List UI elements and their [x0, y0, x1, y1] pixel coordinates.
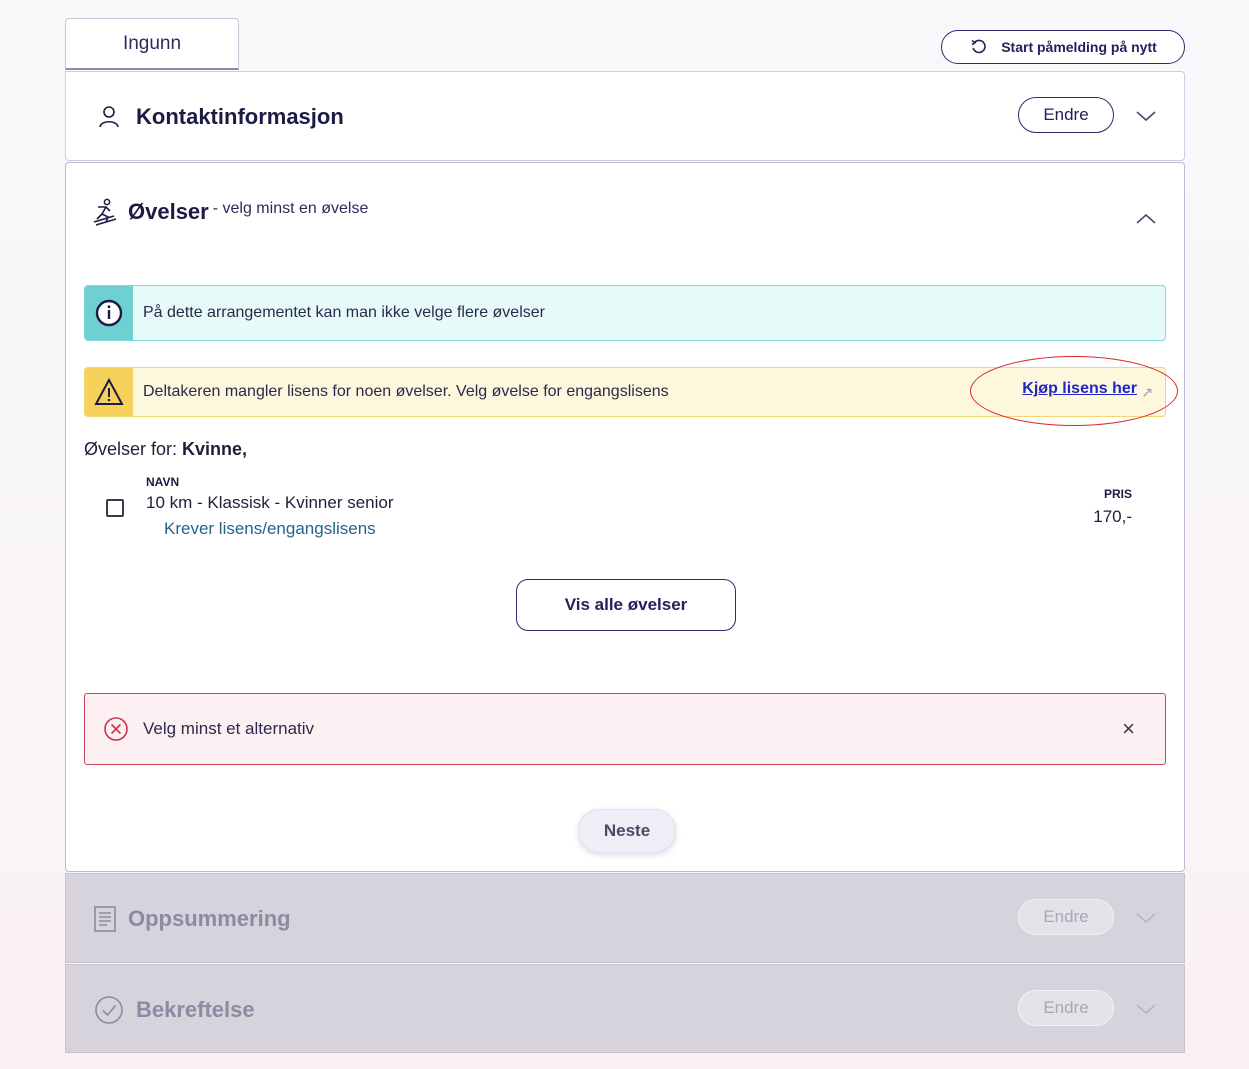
contact-section: Kontaktinformasjon Endre — [65, 71, 1185, 161]
ovelser-header[interactable]: Øvelser - velg minst en øvelse — [92, 169, 368, 255]
ovelser-for-label: Øvelser for: Kvinne, — [84, 439, 247, 460]
summary-header: Oppsummering — [92, 874, 291, 964]
show-all-events-button[interactable]: Vis alle øvelser — [516, 579, 736, 631]
info-alert-bar — [85, 286, 133, 340]
error-message: Velg minst et alternativ — [143, 719, 315, 738]
annotation-circle — [970, 356, 1178, 426]
summary-edit-button: Endre — [1018, 899, 1114, 935]
confirm-edit-button: Endre — [1018, 990, 1114, 1026]
chevron-up-icon[interactable] — [1134, 207, 1158, 231]
skier-icon — [93, 198, 117, 226]
ovelser-title: Øvelser — [128, 199, 209, 224]
event-price: 170,- — [1093, 507, 1132, 526]
participant-tab[interactable]: Ingunn — [65, 18, 239, 70]
warning-alert-bar — [85, 368, 133, 416]
summary-title: Oppsummering — [128, 906, 291, 931]
participant-tab-label: Ingunn — [122, 32, 182, 54]
chevron-down-icon — [1136, 1004, 1156, 1015]
event-requirement: Krever lisens/engangslisens — [164, 519, 376, 538]
check-circle-icon — [95, 996, 123, 1024]
info-message: På dette arrangementet kan man ikke velg… — [143, 304, 545, 321]
restart-icon — [971, 39, 986, 54]
contact-edit-button[interactable]: Endre — [1018, 97, 1114, 133]
ovelser-for-value: Kvinne, — [182, 439, 248, 459]
confirm-header: Bekreftelse — [94, 965, 255, 1055]
document-icon — [94, 906, 116, 932]
confirm-section: Bekreftelse Endre — [65, 964, 1185, 1053]
user-icon — [99, 106, 119, 128]
next-button[interactable]: Neste — [578, 809, 676, 853]
col-name-header: NAVN — [146, 475, 180, 489]
chevron-down-icon[interactable] — [1134, 104, 1158, 128]
warning-message: Deltakeren mangler lisens for noen øvels… — [143, 383, 669, 400]
contact-header[interactable]: Kontaktinformasjon — [96, 72, 344, 162]
event-checkbox[interactable] — [106, 499, 124, 517]
error-circle-x-icon — [104, 717, 128, 741]
restart-label: Start påmelding på nytt — [1001, 39, 1157, 55]
ovelser-section: Øvelser - velg minst en øvelse På dette … — [65, 162, 1185, 872]
error-alert: Velg minst et alternativ × — [84, 693, 1166, 765]
event-name: 10 km - Klassisk - Kvinner senior — [146, 493, 394, 512]
summary-section: Oppsummering Endre — [65, 873, 1185, 963]
ovelser-subtitle: - velg minst en øvelse — [212, 200, 369, 217]
confirm-title: Bekreftelse — [136, 997, 255, 1022]
warning-icon — [94, 378, 124, 405]
close-icon[interactable]: × — [1122, 716, 1135, 742]
info-icon — [95, 299, 123, 327]
chevron-down-icon — [1136, 913, 1156, 924]
contact-title: Kontaktinformasjon — [136, 104, 344, 129]
ovelser-for-prefix: Øvelser for: — [84, 439, 183, 459]
info-alert: På dette arrangementet kan man ikke velg… — [84, 285, 1166, 341]
col-price-header: PRIS — [1103, 487, 1132, 501]
restart-registration-button[interactable]: Start påmelding på nytt — [941, 30, 1185, 64]
